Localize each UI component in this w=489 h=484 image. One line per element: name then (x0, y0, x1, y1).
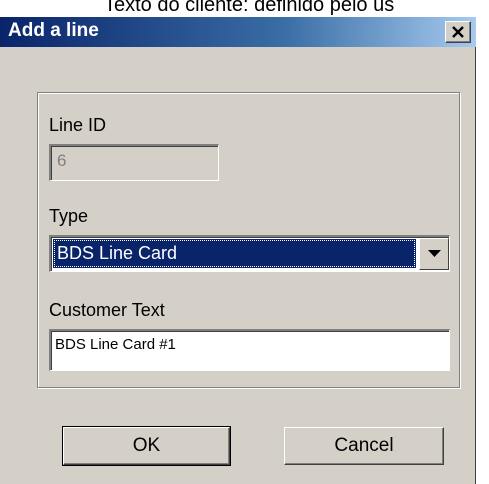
chevron-down-icon (428, 250, 441, 257)
close-icon (452, 26, 464, 38)
customer-text-field[interactable]: BDS Line Card #1 (49, 329, 450, 371)
line-id-field: 6 (49, 144, 219, 181)
line-id-label: Line ID (49, 115, 107, 135)
customer-text-label: Customer Text (49, 300, 165, 320)
ok-button[interactable]: OK (62, 426, 231, 466)
type-label: Type (49, 206, 89, 226)
title-bar[interactable]: Add a line (0, 17, 476, 47)
close-button[interactable] (445, 21, 471, 43)
dialog-title: Add a line (8, 20, 99, 41)
cancel-button[interactable]: Cancel (284, 427, 444, 465)
type-selected-value[interactable]: BDS Line Card (53, 239, 416, 268)
background-caption: Texto do cliente: definido pelo us (104, 0, 395, 16)
add-line-dialog: Add a line Line ID 6 Type BDS Line Card … (0, 17, 476, 484)
type-dropdown-button[interactable] (419, 238, 449, 270)
type-select[interactable]: BDS Line Card (49, 235, 450, 272)
